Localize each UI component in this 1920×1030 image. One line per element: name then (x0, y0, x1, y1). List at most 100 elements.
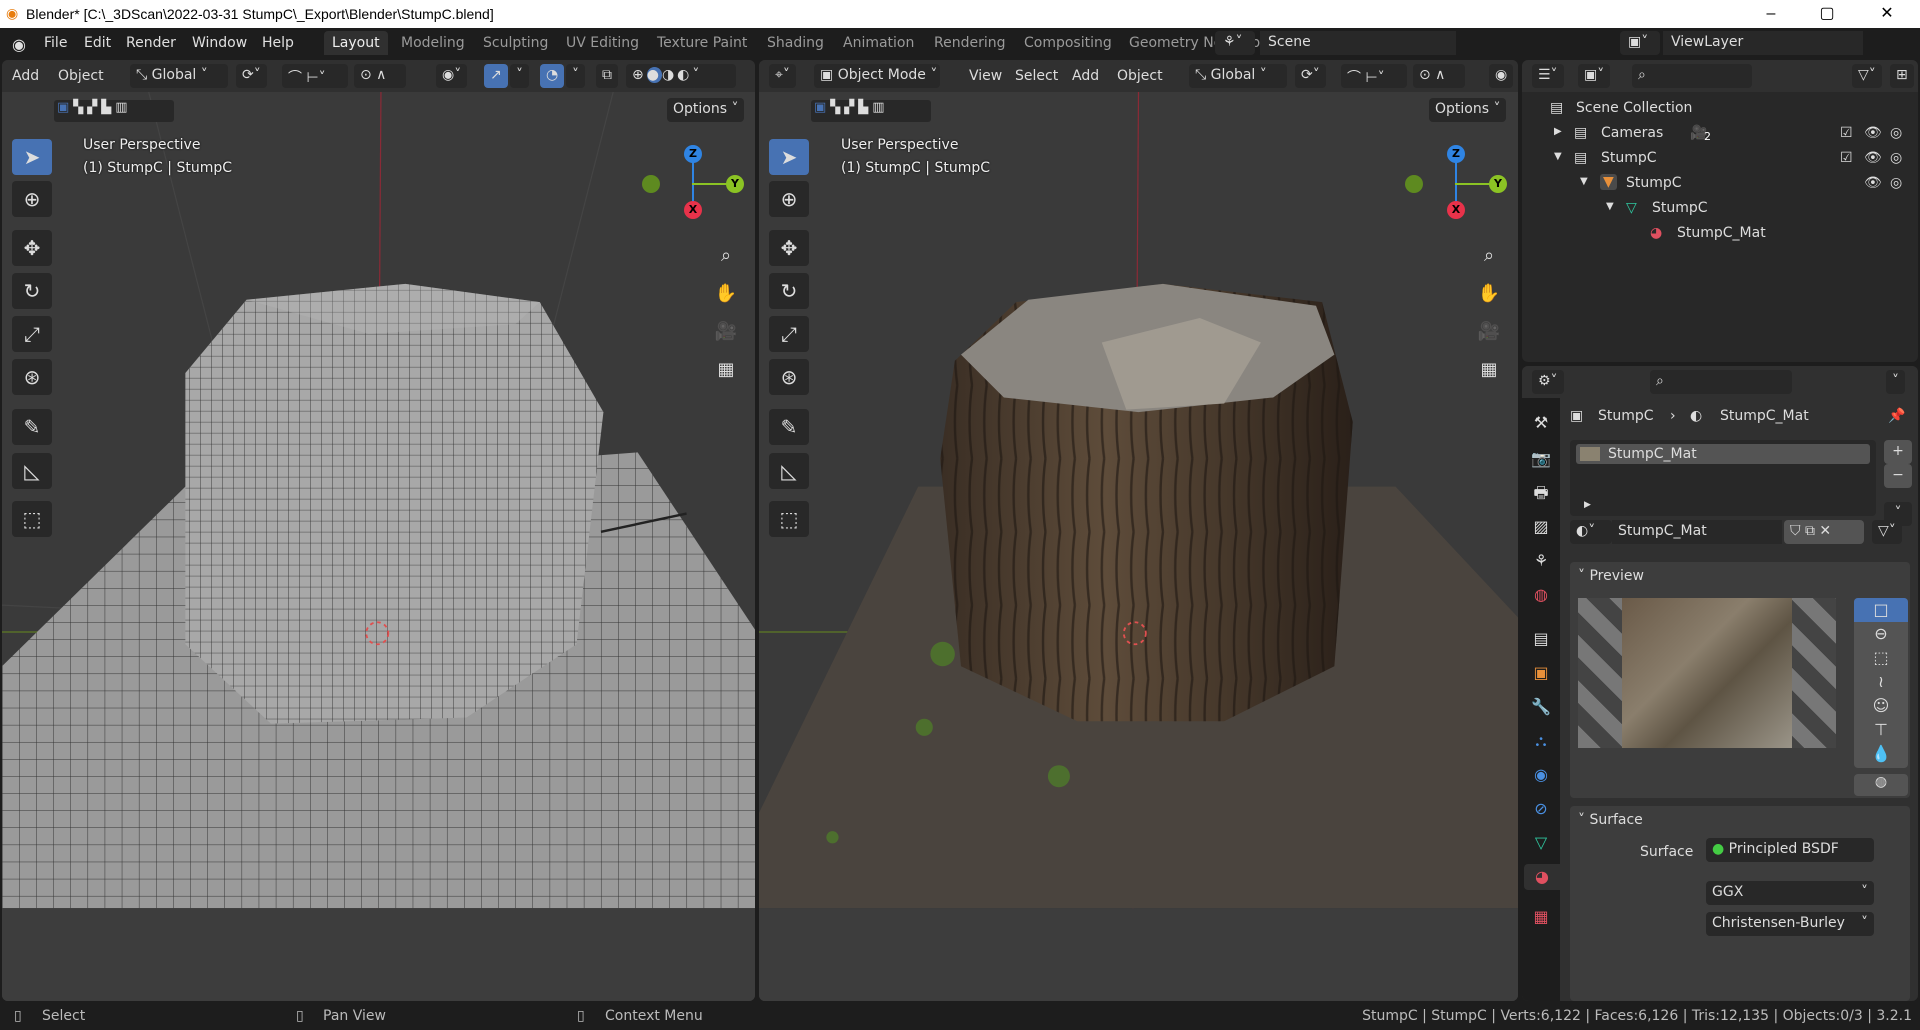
gizmo-dropdown[interactable]: ˅ (510, 64, 529, 88)
overlay-toggle-icon[interactable]: ◔ (540, 64, 565, 88)
cursor-tool-icon[interactable]: ⊕ (769, 181, 809, 217)
view-layer-icon[interactable]: ▣˅ (1620, 31, 1660, 55)
render-camera-icon[interactable]: ◎ (1890, 175, 1902, 191)
pan-hand-icon[interactable]: ✋ (1475, 280, 1503, 308)
constraints-tab-icon[interactable]: ⊘ (1528, 796, 1554, 822)
preview-sphere-icon[interactable]: ⊖ (1854, 622, 1908, 646)
data-tab-icon[interactable]: ▽ (1528, 830, 1554, 856)
preview-shape-buttons[interactable]: □ ⊖ ⬚ ≀ ☺ ⊤ 💧 (1854, 598, 1908, 768)
scene-name-field[interactable]: Scene (1260, 31, 1456, 55)
material-actions[interactable]: ⛉ ⧉ ✕ (1784, 520, 1864, 544)
select-mode-buttons[interactable]: ▣▚▞▙▥ (54, 100, 174, 122)
preview-world-icon[interactable]: ◍ (1854, 774, 1908, 796)
scale-tool-icon[interactable]: ⤢ (12, 316, 52, 352)
gizmo-x-axis[interactable]: X (1447, 201, 1465, 219)
right-3d-viewport[interactable]: ⌖˅ ▣ Object Mode ˅ View Select Add Objec… (759, 60, 1518, 1001)
outliner-row-scene-collection[interactable]: ▤ Scene Collection (1522, 97, 1918, 122)
collection-tab-icon[interactable]: ▤ (1528, 626, 1554, 652)
preview-cloth-icon[interactable]: ⊤ (1854, 718, 1908, 742)
menu-help[interactable]: Help (262, 35, 294, 51)
xray-toggle-icon[interactable]: ⧉ (596, 64, 618, 88)
link-dropdown[interactable]: ▽˅ (1872, 520, 1902, 544)
select-box-tool-icon[interactable]: ➤ (12, 139, 52, 175)
transform-orientation-dropdown[interactable]: ⤡ Global ˅ (1189, 64, 1287, 88)
rotate-tool-icon[interactable]: ↻ (12, 273, 52, 309)
world-tab-icon[interactable]: ◍ (1528, 582, 1554, 608)
menu-file[interactable]: File (44, 35, 67, 51)
snap-icon[interactable]: ⌒ ⊢˅ (1341, 64, 1407, 88)
menu-render[interactable]: Render (126, 35, 176, 51)
distribution-dropdown[interactable]: GGX ˅ (1706, 881, 1874, 905)
properties-search-input[interactable]: ⌕ (1650, 370, 1792, 394)
pan-hand-icon[interactable]: ✋ (712, 280, 740, 308)
menu-object[interactable]: Object (58, 68, 104, 84)
particles-tab-icon[interactable]: ⛬ (1528, 728, 1554, 754)
material-slot-item[interactable]: StumpC_Mat (1576, 444, 1870, 464)
new-collection-icon[interactable]: ⊞ (1890, 64, 1914, 88)
ortho-grid-icon[interactable]: ▦ (1475, 356, 1503, 384)
render-camera-icon[interactable]: ◎ (1890, 125, 1902, 141)
zoom-icon[interactable]: ⌕ (1475, 242, 1503, 270)
select-box-tool-icon[interactable]: ➤ (769, 139, 809, 175)
physics-tab-icon[interactable]: ◉ (1528, 762, 1554, 788)
tab-shading[interactable]: Shading (767, 35, 824, 51)
preview-fluid-icon[interactable]: 💧 (1854, 742, 1908, 766)
options-dropdown[interactable]: Options ˅ (1429, 98, 1507, 122)
visibility-icon[interactable]: ◉ (1489, 64, 1514, 88)
navigation-gizmo[interactable]: Z Y X (642, 145, 744, 235)
scene-selector-icon[interactable]: ⚘˅ (1215, 31, 1255, 55)
view-layer-tab-icon[interactable]: ▨ (1528, 514, 1554, 540)
overlay-dropdown[interactable]: ˅ (566, 64, 585, 88)
material-tab-icon[interactable]: ◕ (1524, 864, 1560, 890)
surface-shader-field[interactable]: ● Principled BSDF (1706, 838, 1874, 862)
menu-window[interactable]: Window (192, 35, 247, 51)
editor-type-icon[interactable]: ⚙˅ (1532, 370, 1564, 394)
object-tab-icon[interactable]: ▣ (1528, 660, 1554, 686)
tab-rendering[interactable]: Rendering (934, 35, 1006, 51)
zoom-icon[interactable]: ⌕ (712, 242, 740, 270)
menu-select[interactable]: Select (1015, 68, 1058, 84)
outliner-search-input[interactable]: ⌕ (1632, 64, 1752, 88)
collapse-arrow-icon[interactable]: ▼ (1606, 201, 1614, 212)
expand-arrow-icon[interactable]: ▶ (1554, 126, 1562, 137)
material-name-field[interactable]: StumpC_Mat (1612, 520, 1782, 544)
exclude-checkbox[interactable]: ☑ (1840, 150, 1853, 166)
mode-dropdown[interactable]: ▣ Object Mode ˅ (814, 64, 940, 88)
gizmo-y-axis[interactable]: Y (726, 175, 744, 193)
maximize-button[interactable]: ▢ (1804, 2, 1850, 26)
texture-tab-icon[interactable]: ▦ (1528, 904, 1554, 930)
collapse-arrow-icon[interactable]: ▼ (1580, 176, 1588, 187)
filter-icon[interactable]: ▽˅ (1852, 64, 1882, 88)
transform-orientation-dropdown[interactable]: ⤡ Global ˅ (130, 64, 228, 88)
gizmo-neg-y-axis[interactable] (642, 175, 660, 193)
tab-texture-paint[interactable]: Texture Paint (657, 35, 747, 51)
minimize-button[interactable]: – (1748, 2, 1794, 26)
render-tab-icon[interactable]: 📷 (1528, 446, 1554, 472)
eye-icon[interactable]: 👁 (1864, 175, 1882, 191)
collapse-arrow-icon[interactable]: ▼ (1554, 151, 1562, 162)
filter-view-layer-icon[interactable]: ▣˅ (1578, 64, 1611, 88)
outliner-row-material[interactable]: ◕ StumpC_Mat (1522, 222, 1918, 247)
camera-view-icon[interactable]: 🎥 (712, 318, 740, 346)
options-dropdown[interactable]: Options ˅ (667, 98, 745, 122)
menu-view[interactable]: View (969, 68, 1002, 84)
gizmo-neg-y-axis[interactable] (1405, 175, 1423, 193)
shading-mode-buttons[interactable]: ⊕●◑◐˅ (626, 64, 736, 88)
pivot-point-icon[interactable]: ⟳˅ (1295, 64, 1326, 88)
pin-icon[interactable]: 📌 (1888, 408, 1905, 424)
gizmo-y-axis[interactable]: Y (1489, 175, 1507, 193)
outliner-row-cameras[interactable]: ▶ ▤ Cameras 🎥 2 ☑ 👁 ◎ (1522, 122, 1918, 147)
remove-slot-button[interactable]: − (1884, 464, 1912, 488)
options-dropdown[interactable]: ˅ (1886, 370, 1905, 394)
select-mode-buttons[interactable]: ▣▚▞▙▥ (811, 100, 931, 122)
add-cube-tool-icon[interactable]: ⬚ (769, 501, 809, 537)
scale-tool-icon[interactable]: ⤢ (769, 316, 809, 352)
view-layer-field[interactable]: ViewLayer (1663, 31, 1863, 55)
preview-cube-icon[interactable]: ⬚ (1854, 646, 1908, 670)
transform-tool-icon[interactable]: ⊛ (769, 359, 809, 395)
outliner-row-stumpc-object[interactable]: ▼ ▼ StumpC 👁 ◎ (1522, 172, 1918, 197)
cursor-tool-icon[interactable]: ⊕ (12, 181, 52, 217)
tab-modeling[interactable]: Modeling (401, 35, 465, 51)
close-button[interactable]: ✕ (1864, 2, 1910, 26)
render-camera-icon[interactable]: ◎ (1890, 150, 1902, 166)
